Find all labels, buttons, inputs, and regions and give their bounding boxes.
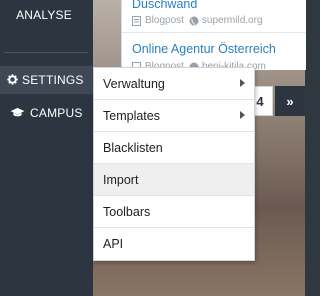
gear-icon xyxy=(7,74,19,86)
menu-item-label: Import xyxy=(103,172,139,187)
menu-item-toolbars[interactable]: Toolbars xyxy=(94,196,254,228)
result-divider xyxy=(122,32,306,33)
next-page-button[interactable]: » xyxy=(275,86,305,116)
graduation-cap-icon xyxy=(10,107,26,119)
sidebar-item-campus[interactable]: CAMPUS xyxy=(0,100,93,126)
menu-item-label: Verwaltung xyxy=(103,76,165,91)
menu-item-blacklisten[interactable]: Blacklisten xyxy=(94,132,254,164)
sidebar-item-label: CAMPUS xyxy=(30,106,83,120)
result-title-link[interactable]: Online Agentur Österreich xyxy=(132,42,276,56)
caret-right-icon xyxy=(240,79,245,87)
result-meta: Blogpost supermild.org xyxy=(132,15,263,26)
menu-item-label: Blacklisten xyxy=(103,140,163,155)
caret-right-icon xyxy=(240,111,245,119)
result-type: Blogpost xyxy=(145,15,184,26)
menu-item-label: API xyxy=(103,237,124,251)
menu-item-label: Toolbars xyxy=(103,204,151,219)
document-icon xyxy=(132,15,142,26)
menu-item-label: Templates xyxy=(103,108,160,123)
globe-icon xyxy=(189,16,199,26)
settings-dropdown-menu: Verwaltung Templates Blacklisten Import … xyxy=(93,67,255,261)
sidebar-item-label: SETTINGS xyxy=(22,73,84,87)
sidebar-item-analyse[interactable]: ANALYSE xyxy=(0,8,88,22)
result-list: Duschwand Blogpost supermild.org Online … xyxy=(121,0,306,72)
menu-item-templates[interactable]: Templates xyxy=(94,100,254,132)
sidebar-item-label: ANALYSE xyxy=(16,8,72,22)
sidebar: ANALYSE SETTINGS CAMPUS xyxy=(0,0,93,296)
sidebar-item-settings[interactable]: SETTINGS xyxy=(0,66,93,94)
pagination: 4 » xyxy=(247,86,305,116)
menu-item-api[interactable]: API xyxy=(94,228,254,260)
result-title-link[interactable]: Duschwand xyxy=(132,0,197,11)
result-domain: supermild.org xyxy=(201,15,263,26)
menu-item-import[interactable]: Import xyxy=(94,164,254,196)
sidebar-divider xyxy=(4,52,88,53)
menu-item-verwaltung[interactable]: Verwaltung xyxy=(94,68,254,100)
